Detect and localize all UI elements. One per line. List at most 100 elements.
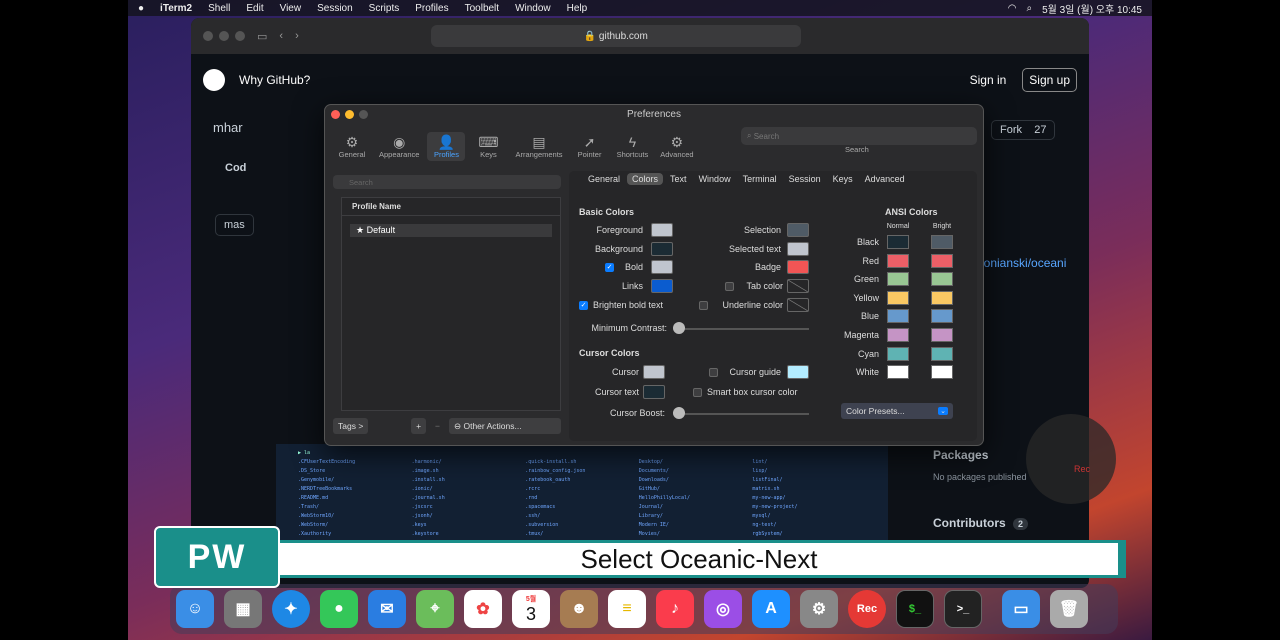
mail-icon[interactable]: ✉ (368, 590, 406, 628)
cursor-text-swatch[interactable] (643, 385, 665, 399)
fork-button[interactable]: Fork 27 (991, 120, 1056, 140)
search-icon[interactable]: ⌕ (1026, 3, 1032, 14)
smart-box-checkbox[interactable] (693, 388, 702, 397)
toolbar-pointer[interactable]: ➚ Pointer (571, 132, 609, 161)
tab-advanced[interactable]: Advanced (860, 173, 910, 185)
ansi-normal-yellow-swatch[interactable] (887, 290, 909, 305)
tags-button[interactable]: Tags > (333, 418, 369, 434)
ansi-normal-cyan-swatch[interactable] (887, 346, 909, 361)
cursor-swatch[interactable] (643, 365, 665, 379)
sign-in-button[interactable]: Sign in (964, 69, 1013, 91)
ansi-bright-cyan-swatch[interactable] (931, 346, 953, 361)
code-tab[interactable]: Cod (225, 162, 246, 174)
tab-keys[interactable]: Keys (828, 173, 858, 185)
ansi-normal-blue-swatch[interactable] (887, 309, 909, 324)
apple-icon[interactable]: ● (138, 3, 144, 14)
min-contrast-knob[interactable] (673, 322, 685, 334)
trash-icon[interactable]: 🗑 (1050, 590, 1088, 628)
github-logo-icon[interactable] (203, 69, 225, 91)
toolbar-general[interactable]: ⚙ General (333, 132, 371, 161)
launchpad-icon[interactable]: ▦ (224, 590, 262, 628)
ansi-bright-red-swatch[interactable] (931, 253, 953, 268)
ansi-normal-red-swatch[interactable] (887, 253, 909, 268)
downloads-folder-icon[interactable]: ▭ (1002, 590, 1040, 628)
bold-checkbox[interactable]: ✓ (605, 263, 614, 272)
tab-text[interactable]: Text (665, 173, 692, 185)
packages-title[interactable]: Packages (933, 448, 1028, 462)
photos-icon[interactable]: ✿ (464, 590, 502, 628)
underline-color-checkbox[interactable] (699, 301, 708, 310)
ansi-bright-magenta-swatch[interactable] (931, 328, 953, 342)
branch-select[interactable]: mas (215, 214, 254, 236)
toolbar-keys[interactable]: ⌨ Keys (469, 132, 507, 161)
terminal-icon[interactable]: >_ (944, 590, 982, 628)
iterm-icon[interactable]: $_ (896, 590, 934, 628)
sign-up-button[interactable]: Sign up (1022, 68, 1077, 92)
address-bar[interactable]: 🔒 github.com (430, 25, 801, 47)
profile-default[interactable]: ★ Default (350, 224, 552, 237)
selection-swatch[interactable] (787, 223, 809, 237)
profile-search-input[interactable]: Search (333, 175, 561, 189)
system-preferences-icon[interactable]: ⚙ (800, 590, 838, 628)
ansi-bright-yellow-swatch[interactable] (931, 290, 953, 305)
toolbar-profiles[interactable]: 👤 Profiles (427, 132, 466, 161)
links-swatch[interactable] (651, 279, 673, 293)
ansi-normal-magenta-swatch[interactable] (887, 328, 909, 342)
app-store-icon[interactable]: A (752, 590, 790, 628)
menu-view[interactable]: View (280, 3, 302, 14)
back-icon[interactable]: ‹ (279, 30, 283, 42)
menu-scripts[interactable]: Scripts (369, 3, 400, 14)
underline-color-swatch[interactable] (787, 298, 809, 312)
screen-recorder-icon[interactable]: Rec (848, 590, 886, 628)
contacts-icon[interactable]: ☻ (560, 590, 598, 628)
menu-toolbelt[interactable]: Toolbelt (465, 3, 499, 14)
selected-text-swatch[interactable] (787, 242, 809, 256)
remove-profile-button[interactable]: − (430, 418, 445, 434)
nav-why-github[interactable]: Why GitHub? (239, 73, 310, 87)
cursor-boost-knob[interactable] (673, 407, 685, 419)
messages-icon[interactable]: ● (320, 590, 358, 628)
tab-colors[interactable]: Colors (627, 173, 664, 185)
add-profile-button[interactable]: + (411, 418, 427, 434)
min-contrast-slider[interactable] (673, 328, 809, 330)
finder-icon[interactable]: ☺ (176, 590, 214, 628)
menu-session[interactable]: Session (317, 3, 353, 14)
cursor-guide-swatch[interactable] (787, 365, 809, 379)
sidebar-icon[interactable]: ▭ (257, 30, 267, 43)
toolbar-arrangements[interactable]: ▤ Arrangements (511, 132, 566, 161)
notes-icon[interactable]: ≡ (608, 590, 646, 628)
safari-icon[interactable]: ✦ (272, 590, 310, 628)
tab-color-checkbox[interactable] (725, 282, 734, 291)
background-swatch[interactable] (651, 242, 673, 256)
preferences-search-input[interactable]: ⌕ Search (741, 127, 977, 145)
repo-name[interactable]: mhar (213, 120, 243, 135)
tab-general[interactable]: General (583, 173, 625, 185)
ansi-normal-green-swatch[interactable] (887, 272, 909, 287)
ansi-bright-blue-swatch[interactable] (931, 309, 953, 324)
podcasts-icon[interactable]: ◎ (704, 590, 742, 628)
zoom-icon[interactable] (359, 110, 368, 119)
tab-color-swatch[interactable] (787, 279, 809, 293)
tab-session[interactable]: Session (784, 173, 826, 185)
menu-shell[interactable]: Shell (208, 3, 230, 14)
ansi-bright-black-swatch[interactable] (931, 235, 953, 249)
ansi-normal-white-swatch[interactable] (887, 365, 909, 380)
wifi-icon[interactable]: ◠ (1008, 3, 1017, 14)
tab-window[interactable]: Window (694, 173, 736, 185)
other-actions-button[interactable]: ⊖ Other Actions... (449, 418, 561, 434)
color-presets-dropdown[interactable]: Color Presets... ⌄ (841, 403, 953, 419)
profile-name-header[interactable]: Profile Name (342, 198, 560, 216)
menu-edit[interactable]: Edit (246, 3, 263, 14)
ansi-normal-black-swatch[interactable] (887, 235, 909, 249)
forward-icon[interactable]: › (295, 30, 299, 42)
toolbar-appearance[interactable]: ◉ Appearance (375, 132, 423, 161)
music-icon[interactable]: ♪ (656, 590, 694, 628)
menu-profiles[interactable]: Profiles (415, 3, 448, 14)
foreground-swatch[interactable] (651, 223, 673, 237)
ansi-bright-green-swatch[interactable] (931, 272, 953, 287)
cursor-guide-checkbox[interactable] (709, 368, 718, 377)
minimize-icon[interactable] (345, 110, 354, 119)
bold-swatch[interactable] (651, 260, 673, 274)
brighten-bold-checkbox[interactable]: ✓ (579, 301, 588, 310)
maps-icon[interactable]: ⌖ (416, 590, 454, 628)
